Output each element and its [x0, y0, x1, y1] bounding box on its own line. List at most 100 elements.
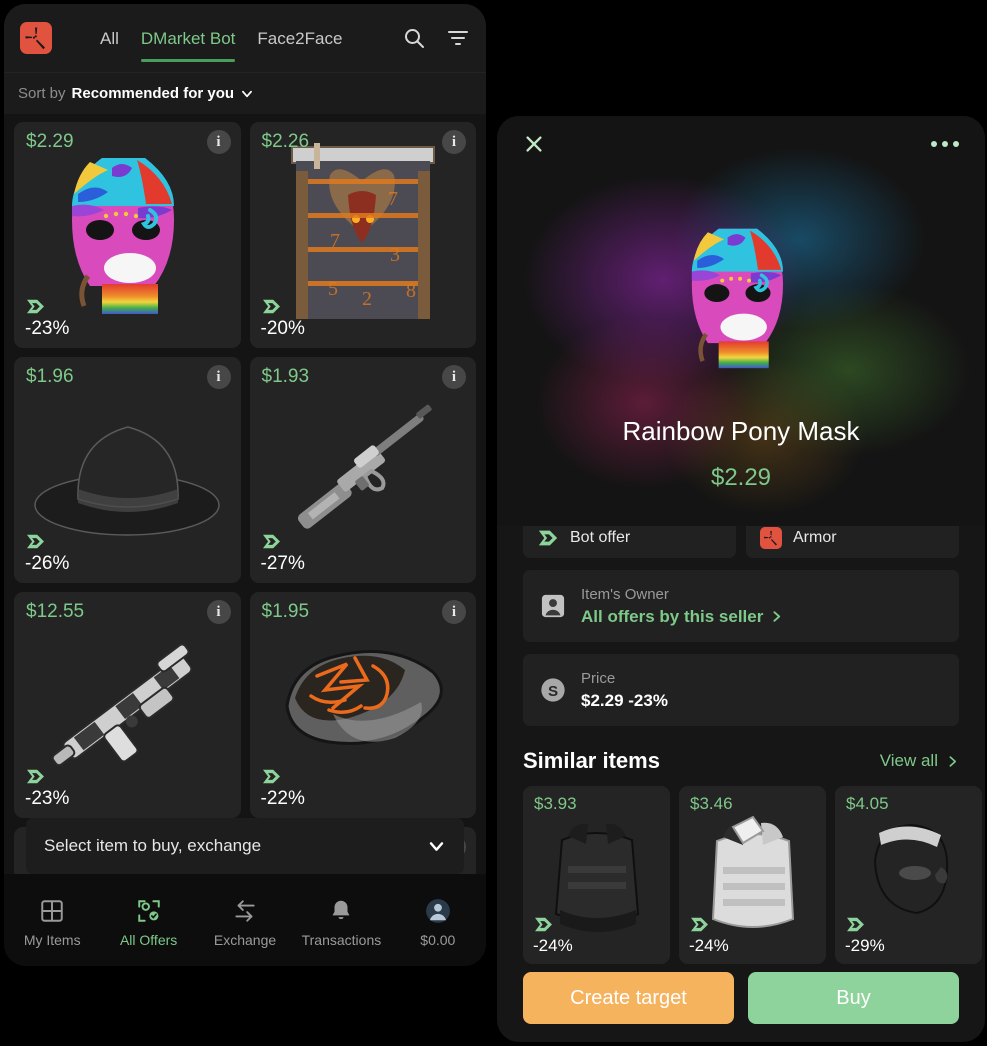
offers-grid: $2.29 i -23% $2.26 i 7 7 3 5 2 8 -20% $1…	[14, 122, 476, 874]
info-icon[interactable]: i	[206, 365, 231, 389]
offer-price: $1.95	[261, 601, 310, 622]
screen-root: All DMarket Bot Face2Face Sort by Recomm…	[0, 0, 987, 1046]
offer-card[interactable]: $12.55 i -23%	[14, 592, 241, 818]
offer-price: $2.29	[26, 131, 74, 152]
nav-item-balance[interactable]: $0.00	[390, 898, 486, 948]
left-header: All DMarket Bot Face2Face	[4, 4, 486, 72]
offer-bot-block: -23%	[25, 768, 69, 810]
nav-item-transactions[interactable]: Transactions	[293, 898, 389, 948]
owner-label: Item's Owner	[581, 585, 669, 603]
svg-text:S: S	[548, 683, 558, 700]
bottom-navigation: My Items All Offers Exchange Transaction…	[4, 874, 486, 966]
similar-item-discount: -29%	[845, 936, 885, 955]
dmarket-logo-icon[interactable]	[20, 22, 52, 54]
offer-card[interactable]: $2.29 i -23%	[14, 122, 241, 348]
view-all-link[interactable]: View all	[880, 751, 959, 771]
chevron-right-icon	[949, 755, 957, 767]
offer-discount: -20%	[260, 318, 305, 339]
offer-bot-block: -22%	[261, 768, 305, 810]
item-image	[497, 212, 985, 384]
item-owner-row[interactable]: Item's Owner All offers by this seller	[523, 570, 959, 642]
tab-dmarket-bot-label: DMarket Bot	[140, 28, 236, 48]
search-icon[interactable]	[402, 26, 426, 50]
sort-label: Sort by	[18, 85, 66, 102]
dmarket-bot-icon	[847, 917, 864, 932]
info-icon[interactable]: i	[206, 600, 231, 624]
svg-text:2: 2	[362, 288, 372, 310]
offer-discount: -23%	[25, 788, 70, 809]
offer-price: $1.96	[26, 366, 74, 387]
offer-card[interactable]: $2.26 i 7 7 3 5 2 8 -20%	[249, 122, 476, 348]
tab-face2face[interactable]: Face2Face	[257, 4, 342, 72]
similar-item-price: $3.46	[690, 794, 733, 813]
offer-price: $1.93	[261, 366, 310, 387]
all-offers-by-seller-label: All offers by this seller	[581, 606, 764, 626]
nav-label: Exchange	[213, 932, 277, 948]
info-icon[interactable]: i	[442, 130, 466, 154]
offer-bot-block: -23%	[25, 298, 69, 340]
chevron-down-icon	[242, 90, 253, 97]
tab-all-label: All	[100, 28, 119, 48]
filter-icon[interactable]	[446, 26, 470, 50]
more-options-icon[interactable]	[931, 141, 959, 147]
all-offers-by-seller-link[interactable]: All offers by this seller	[581, 607, 783, 627]
offer-bot-block: -27%	[261, 533, 305, 575]
offers-list-panel: All DMarket Bot Face2Face Sort by Recomm…	[4, 4, 486, 966]
create-target-button[interactable]: Create target	[523, 972, 734, 1024]
similar-item-bot-block: -24%	[533, 916, 573, 956]
dmarket-bot-icon	[262, 534, 280, 549]
exchange-arrows-icon	[235, 900, 255, 922]
detail-top-bar	[497, 116, 985, 172]
dmarket-bot-icon	[262, 299, 280, 314]
similar-item-card[interactable]: $3.93 -24%	[523, 786, 670, 964]
nav-item-all-offers[interactable]: All Offers	[100, 898, 196, 948]
similar-item-price: $3.93	[534, 794, 577, 813]
offer-card[interactable]: $1.93 i -27%	[249, 357, 476, 583]
svg-text:8: 8	[406, 280, 416, 302]
tab-all[interactable]: All	[100, 4, 119, 72]
nav-label: Transactions	[301, 932, 382, 948]
similar-item-card[interactable]: $3.46 -24%	[679, 786, 826, 964]
info-icon[interactable]: i	[442, 365, 466, 389]
sort-value: Recommended for you	[71, 85, 235, 102]
svg-text:7: 7	[388, 188, 398, 210]
similar-items-strip[interactable]: $3.93 -24% $3.46 -24% $4.05 -29%	[497, 786, 985, 964]
dollar-coin-icon: S	[541, 678, 565, 702]
similar-item-bot-block: -29%	[845, 916, 885, 956]
chevron-down-icon	[429, 841, 444, 851]
item-price: $2.29	[710, 464, 772, 491]
tab-dmarket-bot[interactable]: DMarket Bot	[140, 4, 236, 72]
offers-grid-scroll[interactable]: $2.29 i -23% $2.26 i 7 7 3 5 2 8 -20% $1…	[4, 114, 486, 874]
avatar-icon	[425, 899, 450, 923]
offer-discount: -26%	[25, 553, 70, 574]
chevron-right-icon	[773, 611, 781, 622]
tag-label: Armor	[793, 529, 837, 546]
tag-label: Bot offer	[570, 529, 631, 546]
item-title: Rainbow Pony Mask	[622, 416, 860, 446]
item-detail-panel: Rainbow Pony Mask $2.29 Bot offer Armor …	[497, 116, 985, 1042]
offer-price: $2.26	[261, 131, 310, 152]
header-actions	[402, 26, 470, 50]
armor-icon	[760, 527, 782, 549]
nav-item-my-items[interactable]: My Items	[4, 898, 100, 948]
offer-bot-block: -20%	[261, 298, 305, 340]
select-item-label: Select item to buy, exchange	[44, 836, 262, 855]
similar-item-card[interactable]: $4.05 -29%	[835, 786, 982, 964]
offer-card[interactable]: $1.96 i -26%	[14, 357, 241, 583]
dmarket-bot-icon	[691, 917, 708, 932]
offer-card[interactable]: $1.95 i -22%	[249, 592, 476, 818]
offer-bot-block: -26%	[25, 533, 69, 575]
close-icon[interactable]	[523, 133, 545, 155]
select-item-bar[interactable]: Select item to buy, exchange	[26, 818, 464, 874]
sort-bar[interactable]: Sort by Recommended for you	[4, 72, 486, 114]
info-icon[interactable]: i	[206, 130, 231, 154]
offer-discount: -23%	[25, 318, 70, 339]
info-icon[interactable]: i	[442, 600, 466, 624]
nav-label: My Items	[23, 932, 81, 948]
category-tabs: All DMarket Bot Face2Face	[100, 4, 342, 72]
buy-button[interactable]: Buy	[748, 972, 959, 1024]
nav-item-exchange[interactable]: Exchange	[197, 898, 293, 948]
item-price-row: S Price $2.29 -23%	[523, 654, 959, 726]
dmarket-bot-icon	[27, 534, 44, 549]
grid-icon	[41, 900, 63, 922]
